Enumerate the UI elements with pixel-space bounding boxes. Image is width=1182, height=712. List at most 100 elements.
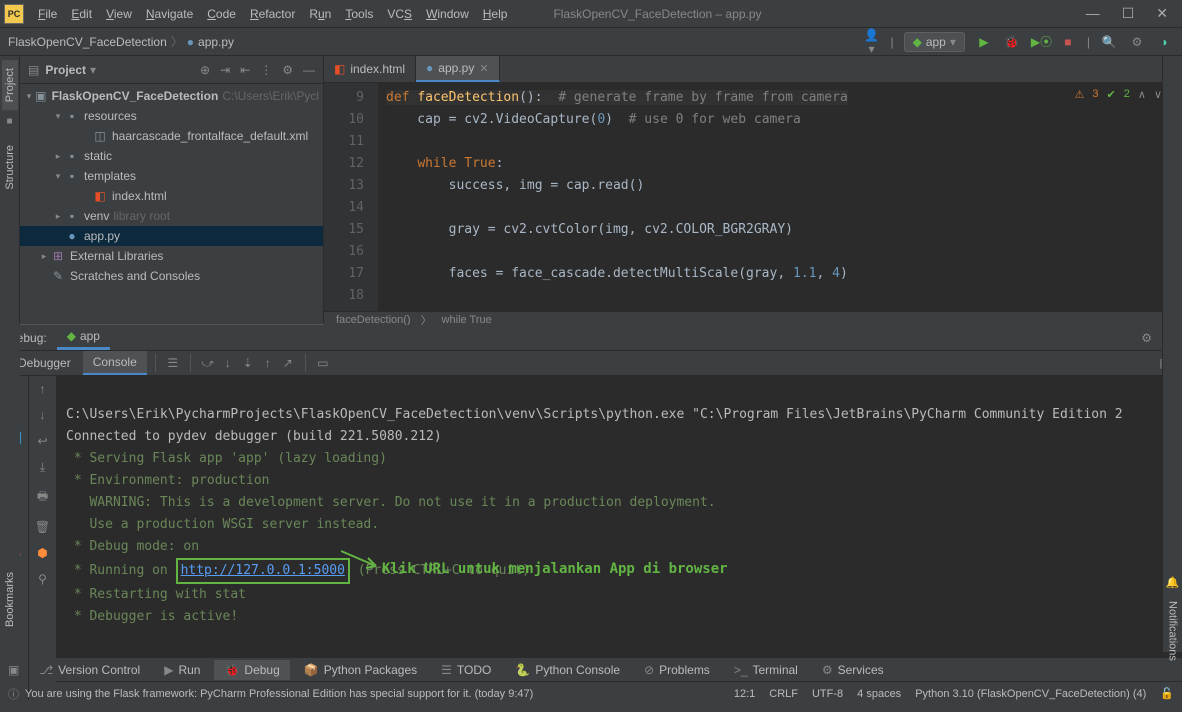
console-line: * Debug mode: on	[66, 539, 199, 554]
editor-tab-index-html[interactable]: ◧index.html	[324, 56, 416, 82]
line-number-gutter[interactable]: 9101112131415161718	[324, 83, 378, 311]
breadcrumb-file[interactable]: app.py	[198, 35, 234, 49]
tree-item-index-html[interactable]: ◧index.html	[20, 186, 323, 206]
debug-button[interactable]: 🐞	[1003, 35, 1021, 49]
code-content[interactable]: def faceDetection(): # generate frame by…	[378, 83, 1182, 311]
tree-item-external-libraries[interactable]: ▸⊞External Libraries	[20, 246, 323, 266]
notifications-bell-icon[interactable]: 🔔	[1166, 576, 1180, 589]
line-number[interactable]: 15	[328, 219, 364, 241]
menu-tools[interactable]: Tools	[339, 4, 379, 24]
select-opened-file-icon[interactable]: ⊕	[200, 63, 210, 77]
notifications-sidebar-tab[interactable]: Notifications	[1165, 593, 1181, 669]
step-into-icon[interactable]: ↓	[219, 356, 237, 370]
close-button[interactable]: ✕	[1156, 5, 1168, 22]
titlebar: PC File Edit View Navigate Code Refactor…	[0, 0, 1182, 28]
vcs-actions-icon[interactable]: 👤▾	[862, 28, 880, 56]
line-number[interactable]: 16	[328, 241, 364, 263]
up-trace-icon[interactable]: ↑	[40, 382, 46, 396]
tree-item-meta: library root	[113, 209, 170, 223]
menu-edit[interactable]: Edit	[65, 4, 98, 24]
project-dropdown-icon[interactable]: ▾	[90, 63, 96, 77]
debug-session-label: app	[80, 329, 100, 343]
tool-windows-icon[interactable]: ▣	[8, 663, 19, 677]
folder-icon: ▪	[64, 209, 80, 223]
tree-item-app-py[interactable]: ●app.py	[20, 226, 323, 246]
line-number[interactable]: 18	[328, 285, 364, 307]
coverage-button[interactable]: ▶⦿	[1031, 33, 1049, 50]
run-button[interactable]: ▶	[975, 35, 993, 49]
editor-tab-app-py[interactable]: ●app.py✕	[416, 56, 500, 82]
maximize-button[interactable]: ☐	[1122, 5, 1135, 22]
console-line: Connected to pydev debugger (build 221.5…	[66, 429, 442, 444]
collapse-all-icon[interactable]: ⇤	[240, 63, 250, 77]
tree-item-venv[interactable]: ▸▪venvlibrary root	[20, 206, 323, 226]
tree-item-resources[interactable]: ▾▪resources	[20, 106, 323, 126]
filter-icon[interactable]: ☰	[164, 356, 182, 370]
tree-item-label: Scratches and Consoles	[70, 269, 200, 283]
editor-inspection-status[interactable]: ⚠3 ✔2 ∧ ∨	[1075, 88, 1162, 101]
scroll-end-icon[interactable]: ⤓	[40, 460, 45, 475]
line-number[interactable]: 9	[328, 87, 364, 109]
menu-code[interactable]: Code	[201, 4, 242, 24]
tree-item-templates[interactable]: ▾▪templates	[20, 166, 323, 186]
tree-root[interactable]: ▾ ▣ FlaskOpenCV_FaceDetection C:\Users\E…	[20, 86, 323, 106]
breadcrumb-project[interactable]: FlaskOpenCV_FaceDetection	[8, 35, 167, 49]
inspection-down-icon[interactable]: ∨	[1154, 88, 1162, 101]
print-icon[interactable]: 🖶	[37, 487, 48, 508]
clear-icon[interactable]: 🗑	[35, 520, 50, 534]
debug-panel-settings-icon[interactable]: ⚙	[1141, 331, 1152, 345]
python-prompt-icon[interactable]: ⬢	[37, 546, 47, 560]
menu-window[interactable]: Window	[420, 4, 475, 24]
debug-session-tab[interactable]: ◆ app	[57, 325, 110, 350]
close-tab-icon[interactable]: ✕	[479, 62, 488, 75]
step-into-mycode-icon[interactable]: ⇣	[239, 356, 257, 370]
project-sidebar-tab[interactable]: Project	[2, 60, 18, 110]
tree-item-label: index.html	[112, 189, 167, 203]
menu-refactor[interactable]: Refactor	[244, 4, 301, 24]
stop-button[interactable]: ■	[1059, 35, 1077, 49]
settings-icon[interactable]: ⚙	[1128, 35, 1146, 49]
line-number[interactable]: 12	[328, 153, 364, 175]
bookmarks-sidebar-tab[interactable]: Bookmarks	[2, 564, 18, 635]
breadcrumb: FlaskOpenCV_FaceDetection 〉 ● app.py	[8, 33, 234, 50]
right-tool-strip: 🔔 Notifications	[1162, 56, 1182, 652]
menu-navigate[interactable]: Navigate	[140, 4, 199, 24]
console-output[interactable]: C:\Users\Erik\PycharmProjects\FlaskOpenC…	[56, 376, 1182, 700]
console-tab[interactable]: Console	[83, 351, 147, 375]
inspection-up-icon[interactable]: ∧	[1138, 88, 1146, 101]
attach-icon[interactable]: ⚲	[38, 572, 47, 586]
run-config-selector[interactable]: ◆ app ▾	[904, 32, 965, 52]
tree-item-scratches-and-consoles[interactable]: ✎Scratches and Consoles	[20, 266, 323, 286]
expand-all-icon[interactable]: ⇥	[220, 63, 230, 77]
line-number[interactable]: 10	[328, 109, 364, 131]
line-number[interactable]: 11	[328, 131, 364, 153]
line-number[interactable]: 17	[328, 263, 364, 285]
minimize-button[interactable]: —	[1086, 5, 1100, 22]
console-line: * Restarting with stat	[66, 587, 246, 602]
python-file-icon: ●	[187, 35, 194, 49]
line-number[interactable]: 14	[328, 197, 364, 219]
menu-view[interactable]: View	[100, 4, 138, 24]
structure-sidebar-tab[interactable]: Structure	[2, 137, 18, 198]
menu-file[interactable]: File	[32, 4, 63, 24]
project-tree: ▾ ▣ FlaskOpenCV_FaceDetection C:\Users\E…	[20, 84, 323, 324]
menu-run[interactable]: Run	[303, 4, 337, 24]
panel-options-icon[interactable]: ⋮	[260, 63, 272, 77]
search-everywhere-icon[interactable]: 🔍	[1100, 35, 1118, 49]
step-over-icon[interactable]: ⤻	[199, 356, 217, 371]
soft-wrap-icon[interactable]: ↩	[37, 434, 47, 448]
evaluate-icon[interactable]: ▭	[314, 356, 332, 370]
run-config-label: app	[926, 35, 946, 49]
down-trace-icon[interactable]: ↓	[40, 408, 46, 422]
code-with-me-icon[interactable]: ◗	[1156, 35, 1174, 49]
hide-panel-icon[interactable]: —	[303, 63, 315, 77]
panel-settings-icon[interactable]: ⚙	[282, 63, 293, 77]
line-number[interactable]: 13	[328, 175, 364, 197]
tree-item-static[interactable]: ▸▪static	[20, 146, 323, 166]
run-to-cursor-icon[interactable]: ↗	[279, 356, 297, 370]
menu-vcs[interactable]: VCS	[381, 4, 418, 24]
tree-item-haarcascade-frontalface-default-xml[interactable]: ◫haarcascade_frontalface_default.xml	[20, 126, 323, 146]
server-url-link[interactable]: http://127.0.0.1:5000	[181, 563, 345, 578]
menu-help[interactable]: Help	[477, 4, 514, 24]
step-out-icon[interactable]: ↑	[259, 356, 277, 370]
